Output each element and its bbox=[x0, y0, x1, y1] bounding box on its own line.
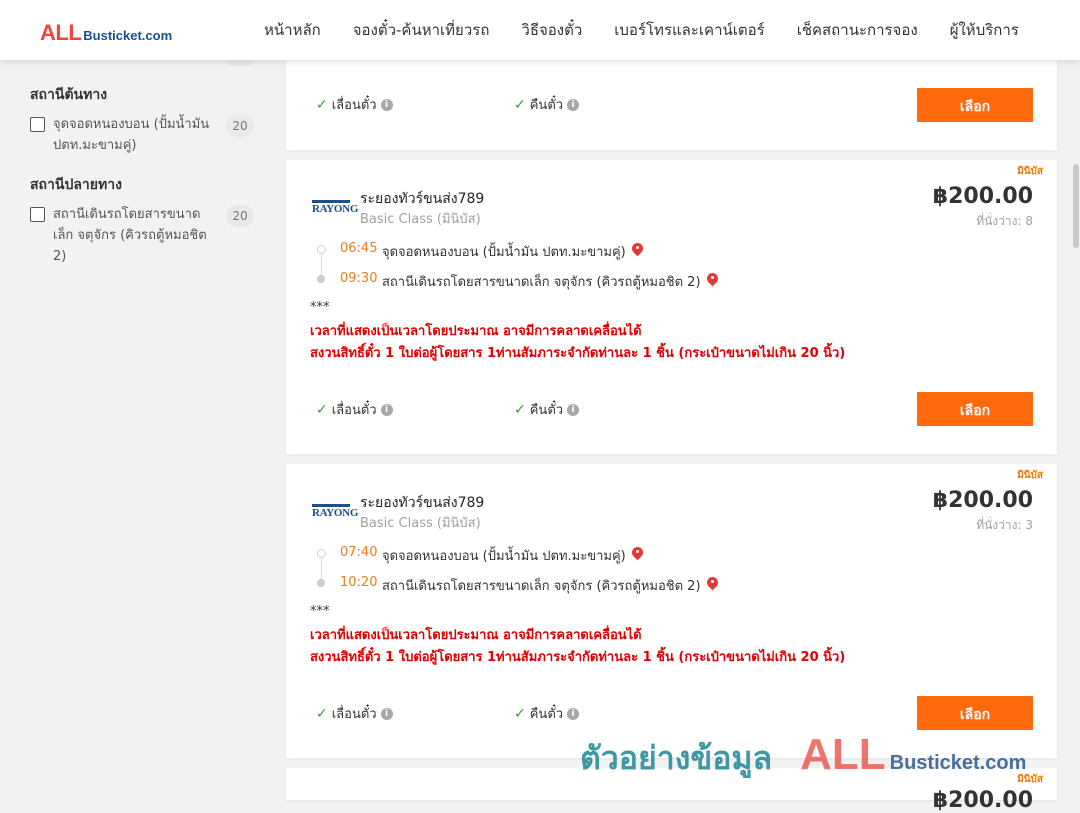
arrival-place-text: สถานีเดินรถโดยสารขนาดเล็ก จตุจักร (คิวรถ… bbox=[382, 579, 701, 594]
seats-available: ที่นั่งว่าง: 3 bbox=[976, 518, 1033, 532]
departure-dot bbox=[317, 245, 326, 254]
check-icon: ✓ bbox=[514, 401, 526, 418]
nav-how-to-book[interactable]: วิธีจองตั๋ว bbox=[521, 18, 582, 42]
check-icon: ✓ bbox=[514, 96, 526, 113]
info-icon[interactable]: i bbox=[567, 707, 580, 720]
scrollbar-thumb[interactable] bbox=[1073, 164, 1079, 248]
destination-filter-count: 20 bbox=[226, 205, 254, 227]
checkbox-icon[interactable] bbox=[30, 117, 45, 132]
departure-dot bbox=[317, 549, 326, 558]
operator-name: ระยองทัวร์ขนส่ง789 bbox=[360, 191, 485, 207]
map-pin-icon[interactable] bbox=[707, 577, 718, 592]
arrival-time: 09:30 bbox=[340, 271, 378, 286]
change-ticket-label: เลื่อนตั๋ว bbox=[331, 403, 377, 418]
operator-logo-text: RAYONG bbox=[312, 507, 359, 519]
origin-filter-option[interactable]: จุดจอดหนองบอน (ปั้มน้ำมัน ปตท.มะขามคู่) … bbox=[30, 114, 260, 156]
operator-logo-text: RAYONG bbox=[312, 203, 359, 215]
departure-place: จุดจอดหนองบอน (ปั้มน้ำมัน ปตท.มะขามคู่) bbox=[382, 545, 643, 566]
refund-ticket-option[interactable]: ✓ คืนตั๋ว i bbox=[514, 94, 580, 115]
info-icon[interactable]: i bbox=[380, 403, 393, 416]
trip-card: มินิบัส RAYONG ระยองทัวร์ขนส่ง789 Basic … bbox=[286, 464, 1057, 758]
logo-busticket-text: Busticket.com bbox=[83, 28, 173, 43]
departure-time: 07:40 bbox=[340, 545, 378, 560]
vehicle-type-badge: มินิบัส bbox=[1017, 166, 1043, 177]
operator-logo: RAYONG bbox=[312, 200, 359, 218]
nav-operators[interactable]: ผู้ให้บริการ bbox=[950, 18, 1019, 42]
ticket-price: ฿200.00 bbox=[932, 184, 1033, 209]
ticket-price: ฿200.00 bbox=[932, 788, 1033, 813]
nav-check-status[interactable]: เช็คสถานะการจอง bbox=[797, 18, 918, 42]
change-ticket-option[interactable]: ✓ เลื่อนตั๋ว i bbox=[316, 399, 393, 420]
filter-sidebar: สถานีต้นทาง จุดจอดหนองบอน (ปั้มน้ำมัน ปต… bbox=[30, 70, 260, 267]
info-icon[interactable]: i bbox=[567, 403, 580, 416]
note-marker: *** bbox=[310, 604, 330, 619]
luggage-warning: สงวนสิทธิ์ตั๋ว 1 ใบต่อผู้โดยสาร 1ท่านสัม… bbox=[310, 346, 846, 361]
map-pin-icon[interactable] bbox=[707, 273, 718, 288]
destination-filter-title: สถานีปลายทาง bbox=[30, 177, 122, 193]
site-logo[interactable]: ALL Busticket.com bbox=[40, 20, 172, 46]
departure-place: จุดจอดหนองบอน (ปั้มน้ำมัน ปตท.มะขามคู่) bbox=[382, 241, 643, 262]
departure-place-text: จุดจอดหนองบอน (ปั้มน้ำมัน ปตท.มะขามคู่) bbox=[382, 245, 626, 260]
refund-ticket-option[interactable]: ✓ คืนตั๋ว i bbox=[514, 703, 580, 724]
refund-ticket-label: คืนตั๋ว bbox=[529, 403, 564, 418]
arrival-place: สถานีเดินรถโดยสารขนาดเล็ก จตุจักร (คิวรถ… bbox=[382, 575, 718, 596]
info-icon[interactable]: i bbox=[567, 98, 580, 111]
sidebar-count-tab bbox=[226, 60, 254, 66]
ticket-price: ฿200.00 bbox=[932, 488, 1033, 513]
arrival-place-text: สถานีเดินรถโดยสารขนาดเล็ก จตุจักร (คิวรถ… bbox=[382, 275, 701, 290]
check-icon: ✓ bbox=[316, 401, 328, 418]
logo-all-text: ALL bbox=[40, 20, 82, 45]
destination-filter-label: สถานีเดินรถโดยสารขนาดเล็ก จตุจักร (คิวรถ… bbox=[53, 207, 207, 264]
map-pin-icon[interactable] bbox=[632, 547, 643, 562]
nav-home[interactable]: หน้าหลัก bbox=[264, 18, 321, 42]
checkbox-icon[interactable] bbox=[30, 207, 45, 222]
note-marker: *** bbox=[310, 300, 330, 315]
arrival-dot bbox=[317, 579, 325, 587]
service-class: Basic Class (มินิบัส) bbox=[360, 516, 481, 531]
trip-card-partial: มินิบัส ฿200.00 bbox=[286, 768, 1057, 813]
time-warning: เวลาที่แสดงเป็นเวลาโดยประมาณ อาจมีการคลา… bbox=[310, 628, 642, 643]
trip-card: มินิบัส RAYONG ระยองทัวร์ขนส่ง789 Basic … bbox=[286, 160, 1057, 454]
nav-phone-counters[interactable]: เบอร์โทรและเคาน์เตอร์ bbox=[614, 18, 764, 42]
map-pin-icon[interactable] bbox=[632, 243, 643, 258]
origin-filter-title: สถานีต้นทาง bbox=[30, 87, 108, 103]
info-icon[interactable]: i bbox=[380, 707, 393, 720]
check-icon: ✓ bbox=[316, 96, 328, 113]
vehicle-type-badge: มินิบัส bbox=[1017, 470, 1043, 481]
select-trip-button[interactable]: เลือก bbox=[917, 392, 1033, 426]
arrival-dot bbox=[317, 275, 325, 283]
check-icon: ✓ bbox=[316, 705, 328, 722]
destination-filter-option[interactable]: สถานีเดินรถโดยสารขนาดเล็ก จตุจักร (คิวรถ… bbox=[30, 204, 260, 267]
vehicle-type-badge: มินิบัส bbox=[1017, 774, 1043, 785]
main-nav: หน้าหลัก จองตั๋ว-ค้นหาเที่ยวรถ วิธีจองตั… bbox=[248, 0, 1035, 60]
change-ticket-label: เลื่อนตั๋ว bbox=[331, 707, 377, 722]
page-scrollbar[interactable] bbox=[1072, 60, 1080, 800]
check-icon: ✓ bbox=[514, 705, 526, 722]
refund-ticket-label: คืนตั๋ว bbox=[529, 707, 564, 722]
departure-place-text: จุดจอดหนองบอน (ปั้มน้ำมัน ปตท.มะขามคู่) bbox=[382, 549, 626, 564]
refund-ticket-label: คืนตั๋ว bbox=[529, 98, 564, 113]
time-warning: เวลาที่แสดงเป็นเวลาโดยประมาณ อาจมีการคลา… bbox=[310, 324, 642, 339]
seats-available: ที่นั่งว่าง: 8 bbox=[976, 214, 1033, 228]
nav-book-search[interactable]: จองตั๋ว-ค้นหาเที่ยวรถ bbox=[353, 18, 490, 42]
origin-filter-count: 20 bbox=[226, 115, 254, 137]
luggage-warning: สงวนสิทธิ์ตั๋ว 1 ใบต่อผู้โดยสาร 1ท่านสัม… bbox=[310, 650, 846, 665]
arrival-place: สถานีเดินรถโดยสารขนาดเล็ก จตุจักร (คิวรถ… bbox=[382, 271, 718, 292]
refund-ticket-option[interactable]: ✓ คืนตั๋ว i bbox=[514, 399, 580, 420]
change-ticket-option[interactable]: ✓ เลื่อนตั๋ว i bbox=[316, 94, 393, 115]
departure-time: 06:45 bbox=[340, 241, 378, 256]
operator-name: ระยองทัวร์ขนส่ง789 bbox=[360, 495, 485, 511]
change-ticket-label: เลื่อนตั๋ว bbox=[331, 98, 377, 113]
change-ticket-option[interactable]: ✓ เลื่อนตั๋ว i bbox=[316, 703, 393, 724]
service-class: Basic Class (มินิบัส) bbox=[360, 212, 481, 227]
origin-filter-label: จุดจอดหนองบอน (ปั้มน้ำมัน ปตท.มะขามคู่) bbox=[53, 117, 210, 153]
trip-card-partial: ✓ เลื่อนตั๋ว i ✓ คืนตั๋ว i เลือก bbox=[286, 60, 1057, 150]
site-header: ALL Busticket.com หน้าหลัก จองตั๋ว-ค้นหา… bbox=[0, 0, 1080, 60]
info-icon[interactable]: i bbox=[380, 98, 393, 111]
arrival-time: 10:20 bbox=[340, 575, 378, 590]
select-trip-button[interactable]: เลือก bbox=[917, 696, 1033, 730]
select-trip-button[interactable]: เลือก bbox=[917, 88, 1033, 122]
operator-logo: RAYONG bbox=[312, 504, 359, 522]
